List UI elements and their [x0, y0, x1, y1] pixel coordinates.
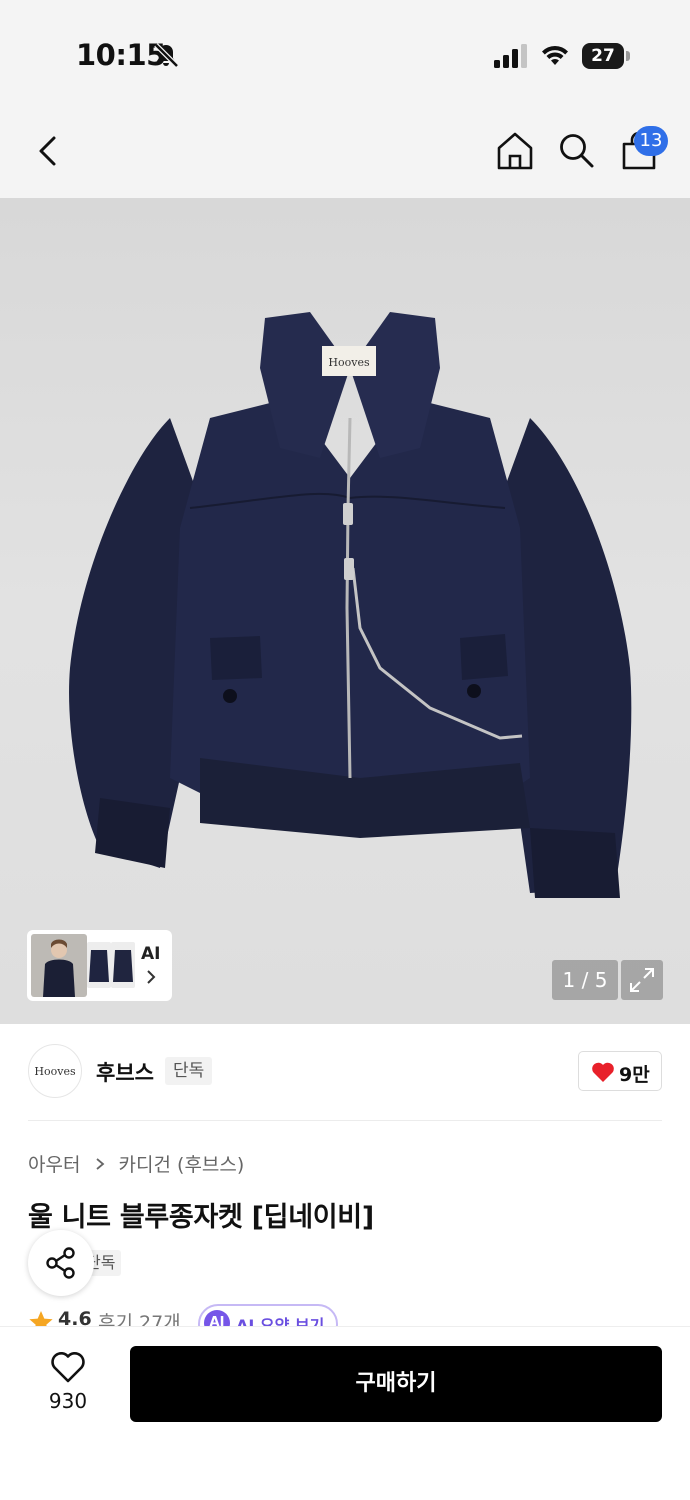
thumbnail-model[interactable] — [31, 934, 87, 997]
jacket-front-thumb — [89, 950, 109, 982]
garment-label: Hooves — [328, 356, 370, 369]
star-icon — [29, 1311, 53, 1326]
brand-like-button[interactable]: 9만 — [578, 1051, 662, 1091]
top-bar: 10:15 27 — [0, 0, 690, 198]
heart-outline-icon[interactable] — [50, 1350, 86, 1384]
breadcrumb-item-outer[interactable]: 아우터 — [28, 1150, 80, 1177]
exclusive-badge: 단독 — [165, 1057, 213, 1085]
model-photo — [43, 939, 75, 997]
chevron-right-icon — [95, 1157, 104, 1170]
cart-count-badge: 13 — [634, 126, 668, 156]
share-button[interactable] — [28, 1230, 94, 1296]
ai-thumbnail-label: AI — [141, 944, 161, 964]
back-icon[interactable] — [30, 130, 68, 172]
jacket-back-thumb — [113, 950, 133, 982]
chevron-right-icon — [147, 970, 156, 984]
battery-level: 27 — [582, 43, 624, 69]
rating-row: 4.6 후기 27개 AI AI 요약 보기 — [28, 1304, 668, 1326]
brand-name[interactable]: 후브스 — [96, 1057, 154, 1087]
jacket-photo: Hooves — [69, 312, 632, 898]
wishlist-count: 930 — [48, 1389, 88, 1413]
product-image[interactable]: Hooves AI 1 / 5 — [0, 198, 690, 1024]
expand-icon — [630, 968, 654, 992]
thumbnail-back[interactable] — [111, 942, 135, 988]
breadcrumb-item-cardigan[interactable]: 카디건 (후브스) — [119, 1150, 245, 1177]
rating-score: 4.6 — [58, 1308, 92, 1326]
battery-icon: 27 — [582, 43, 630, 69]
ai-badge-icon: AI — [204, 1310, 230, 1326]
thumbnail-front[interactable] — [87, 942, 111, 988]
review-count-link[interactable]: 후기 27개 — [98, 1308, 181, 1326]
ai-summary-label: AI 요약 보기 — [236, 1316, 325, 1326]
search-icon[interactable] — [556, 130, 596, 170]
buy-button[interactable]: 구매하기 — [130, 1346, 662, 1422]
bell-muted-icon — [154, 43, 179, 68]
heart-filled-icon — [592, 1062, 614, 1082]
battery-tip — [626, 51, 630, 61]
bottom-action-bar: 930 구매하기 — [0, 1326, 690, 1500]
image-counter: 1 / 5 — [552, 960, 618, 1000]
product-title: 울 니트 블루종자켓 [딥네이비] — [28, 1202, 374, 1233]
ai-summary-button[interactable]: AI AI 요약 보기 — [198, 1304, 338, 1326]
brand-logo[interactable]: Hooves — [28, 1044, 82, 1098]
share-icon — [46, 1247, 75, 1279]
divider — [28, 1120, 662, 1121]
breadcrumb: 아우터 카디건 (후브스) — [28, 1150, 244, 1177]
thumbnail-strip[interactable]: AI — [27, 930, 172, 1001]
wifi-icon — [542, 45, 568, 65]
brand-like-count: 9만 — [619, 1064, 650, 1086]
expand-button[interactable] — [621, 960, 663, 1000]
nav-header — [0, 100, 690, 198]
home-icon[interactable] — [494, 130, 536, 172]
status-bar: 10:15 27 — [0, 0, 690, 100]
signal-icon — [494, 44, 527, 68]
